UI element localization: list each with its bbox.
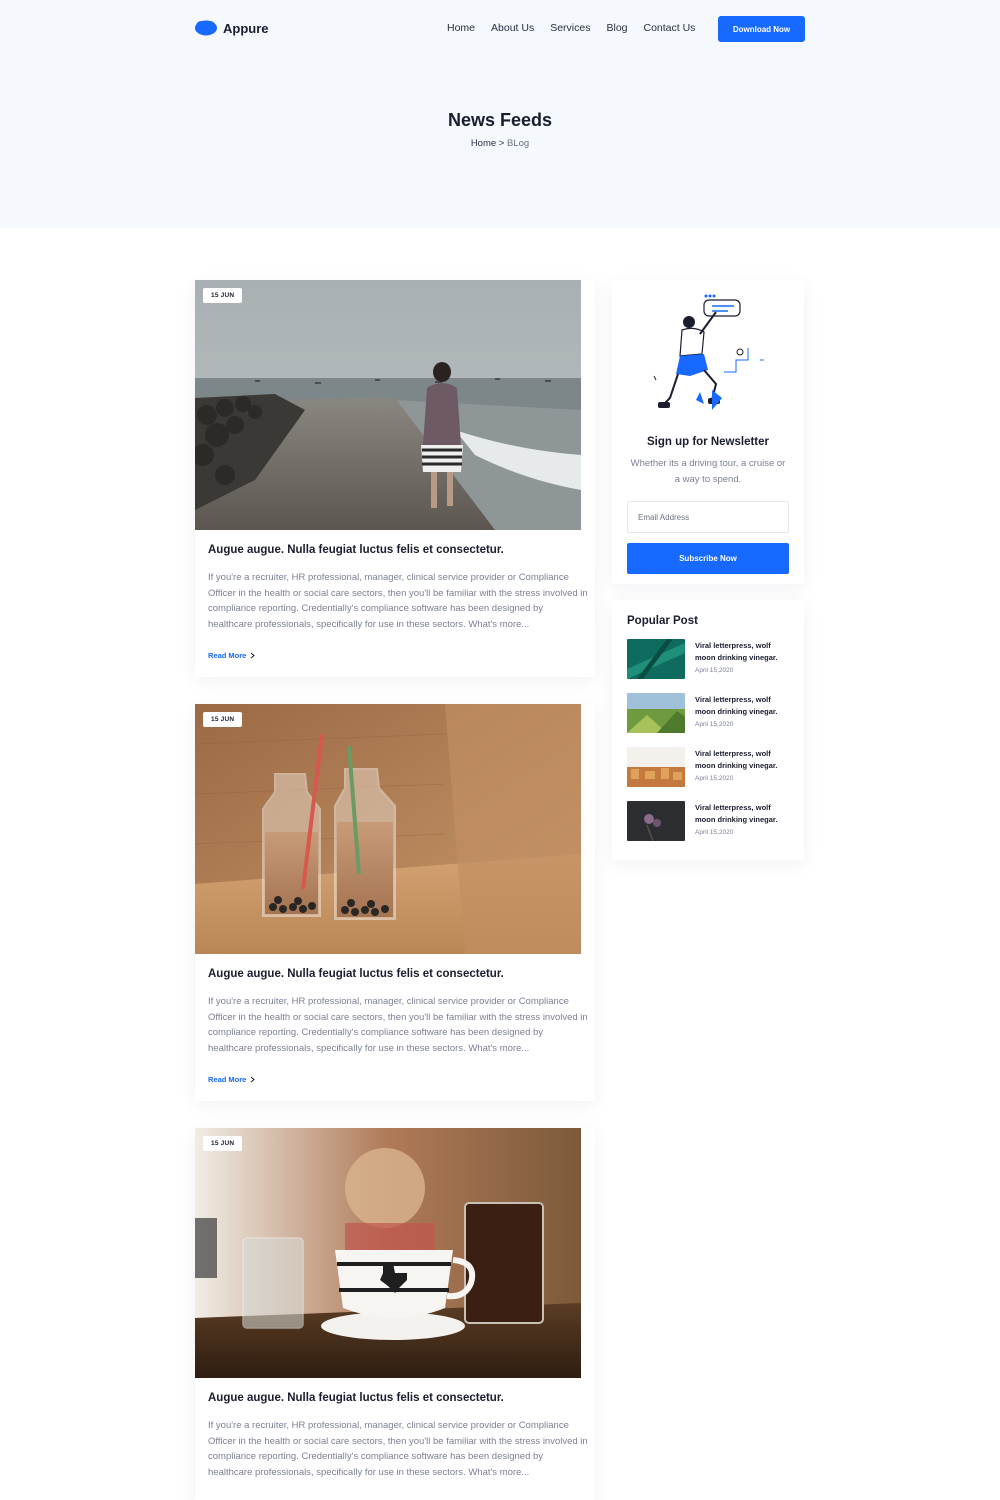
popular-post-date: April 15,2020 (695, 721, 734, 728)
post-image-bubble-tea[interactable]: 15 JUN (195, 704, 581, 954)
post-excerpt: If you're a recruiter, HR professional, … (208, 572, 588, 630)
cloud-logo-icon (195, 20, 217, 36)
popular-posts-widget: Popular Post Viral letterpress, wolf moo… (612, 600, 804, 860)
popular-post-date: April 15,2020 (695, 667, 734, 674)
post-excerpt: If you're a recruiter, HR professional, … (208, 1420, 588, 1478)
popular-posts-title: Popular Post (627, 615, 698, 627)
brand-name: Appure (223, 20, 269, 36)
popular-post-thumbnail (627, 801, 685, 841)
breadcrumb: Home > BLog (0, 138, 1000, 149)
popular-post-thumbnail (627, 693, 685, 733)
page-hero: Appure Home About Us Services Blog Conta… (0, 0, 1000, 228)
read-more-label: Read More (208, 1075, 247, 1085)
blog-post-card: 15 JUN Augue augue. Nulla feugiat luctus… (195, 1128, 595, 1500)
popular-post-date: April 15,2020 (695, 829, 734, 836)
popular-post-item[interactable]: Viral letterpress, wolf moon drinking vi… (627, 693, 804, 733)
post-title[interactable]: Augue augue. Nulla feugiat luctus felis … (208, 1392, 582, 1404)
blog-post-card: 15 JUN Augue augue. Nulla feugiat luctus… (195, 704, 595, 1102)
read-more-link[interactable]: Read More (208, 651, 256, 661)
popular-post-item[interactable]: Viral letterpress, wolf moon drinking vi… (627, 747, 804, 787)
newsletter-widget: Sign up for Newsletter Whether its a dri… (612, 280, 804, 584)
popular-post-thumbnail (627, 639, 685, 679)
nav-home[interactable]: Home (447, 22, 475, 34)
read-more-link[interactable]: Read More (208, 1075, 256, 1085)
newsletter-illustration (612, 280, 804, 428)
popular-post-item[interactable]: Viral letterpress, wolf moon drinking vi… (627, 801, 804, 841)
popular-post-thumbnail (627, 747, 685, 787)
post-image-woman-on-pier[interactable]: 15 JUN (195, 280, 581, 530)
breadcrumb-current: BLog (507, 138, 530, 149)
post-title[interactable]: Augue augue. Nulla feugiat luctus felis … (208, 968, 582, 980)
popular-post-title: Viral letterpress, wolf moon drinking vi… (695, 803, 778, 824)
subscribe-now-button[interactable]: Subscribe Now (627, 543, 789, 575)
breadcrumb-separator: > (498, 138, 505, 149)
post-image-coffee-cup[interactable]: 15 JUN (195, 1128, 581, 1378)
post-excerpt: If you're a recruiter, HR professional, … (208, 996, 588, 1054)
read-more-label: Read More (208, 651, 247, 661)
newsletter-description: Whether its a driving tour, a cruise or … (630, 458, 786, 485)
breadcrumb-home[interactable]: Home (471, 138, 496, 149)
post-date-badge: 15 JUN (203, 712, 243, 727)
popular-posts-list: Viral letterpress, wolf moon drinking vi… (627, 639, 804, 841)
main-nav: Home About Us Services Blog Contact Us (447, 22, 695, 34)
nav-contact-us[interactable]: Contact Us (644, 22, 696, 34)
post-date-badge: 15 JUN (203, 1136, 243, 1151)
download-now-button[interactable]: Download Now (718, 16, 805, 42)
chevron-right-icon (251, 1076, 256, 1083)
brand-logo[interactable]: Appure (195, 20, 269, 36)
popular-post-title: Viral letterpress, wolf moon drinking vi… (695, 695, 778, 716)
post-date-badge: 15 JUN (203, 288, 243, 303)
nav-blog[interactable]: Blog (606, 22, 627, 34)
popular-post-date: April 15,2020 (695, 775, 734, 782)
email-field[interactable] (627, 501, 789, 534)
nav-services[interactable]: Services (550, 22, 590, 34)
popular-post-title: Viral letterpress, wolf moon drinking vi… (695, 641, 778, 662)
chevron-right-icon (251, 652, 256, 659)
popular-post-item[interactable]: Viral letterpress, wolf moon drinking vi… (627, 639, 804, 679)
nav-about-us[interactable]: About Us (491, 22, 534, 34)
popular-post-title: Viral letterpress, wolf moon drinking vi… (695, 749, 778, 770)
page-title: News Feeds (447, 110, 553, 130)
newsletter-title: Sign up for Newsletter (646, 436, 770, 448)
blog-post-card: 15 JUN Augue augue. Nulla feugiat luctus… (195, 280, 595, 678)
post-title[interactable]: Augue augue. Nulla feugiat luctus felis … (208, 544, 582, 556)
